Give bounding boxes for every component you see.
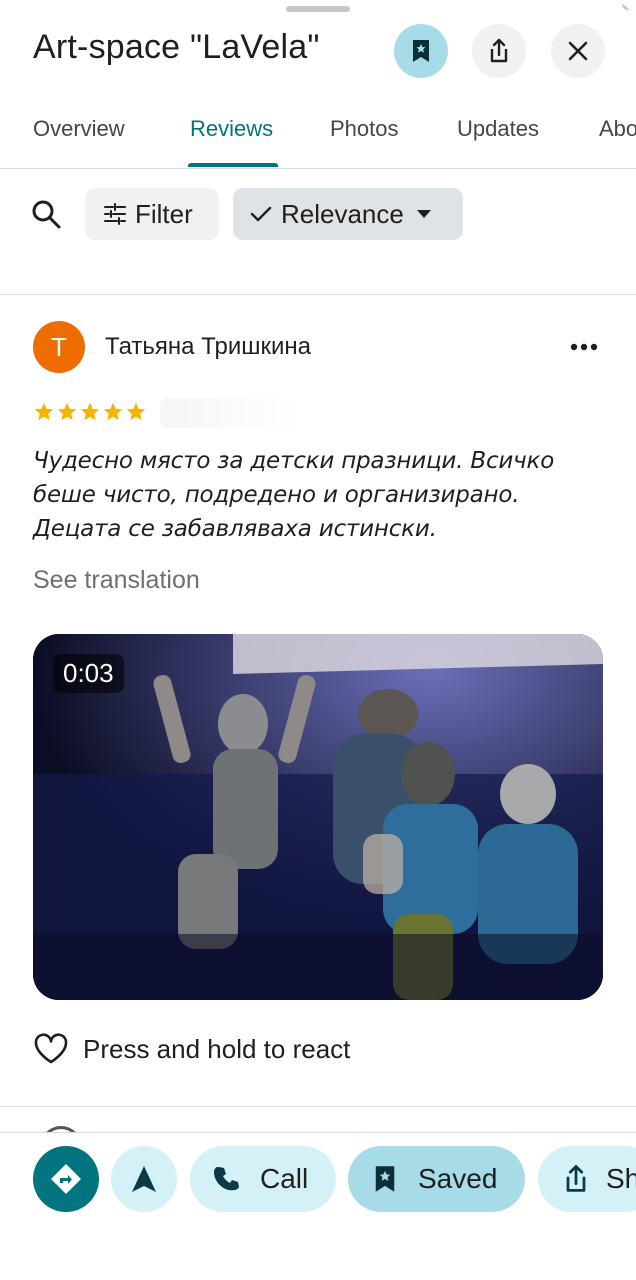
tab-reviews[interactable]: Reviews [190,116,273,142]
review-text: Чудесно място за детски празници. Всичко… [33,448,555,542]
filter-label: Filter [135,198,193,229]
reviewer-avatar[interactable]: T [33,321,85,373]
saved-label: Saved [418,1163,498,1194]
review-divider [0,1106,636,1107]
search-icon [32,200,61,229]
section-divider [0,294,636,295]
start-navigation-button[interactable] [111,1146,177,1212]
search-reviews-button[interactable] [30,198,62,230]
share-icon [490,38,508,63]
dropdown-arrow-icon [416,210,431,218]
star-icon [103,402,123,421]
call-button[interactable]: Call [190,1146,336,1212]
see-translation-link[interactable]: See translation [33,566,200,595]
heart-icon [34,1033,68,1064]
filter-chip[interactable]: Filter [85,188,219,240]
share-label: Sh [606,1163,636,1194]
more-options-icon [570,343,598,351]
react-label: Press and hold to react [83,1033,351,1064]
star-icon [34,402,54,421]
star-icon [126,402,146,421]
star-icon [57,402,77,421]
react-button[interactable]: Press and hold to react [33,1033,350,1065]
tab-updates[interactable]: Updates [457,116,539,142]
place-title: Art-space "LaVela" [33,28,320,66]
tab-overview[interactable]: Overview [33,116,125,142]
corner-indicator [622,0,636,10]
review-more-button[interactable] [566,332,602,362]
review-date-redacted [160,398,302,428]
active-tab-indicator [188,163,278,167]
place-sheet: Art-space "LaVela" Overview Reviews Phot… [0,0,636,1280]
phone-icon [214,1167,239,1191]
share-pill-button[interactable]: Sh [538,1146,636,1212]
call-label: Call [260,1163,309,1194]
bookmark-icon [413,40,429,62]
saved-button[interactable]: Saved [348,1146,525,1212]
save-button[interactable] [394,24,448,78]
directions-button[interactable] [33,1146,99,1212]
review-video[interactable]: 0:03 [33,634,603,1000]
navigation-arrow-icon [132,1166,156,1192]
drag-handle[interactable] [286,6,350,12]
check-icon [250,206,272,222]
video-duration: 0:03 [53,654,124,693]
star-rating [33,401,147,423]
close-icon [568,41,588,61]
bookmark-icon [375,1166,395,1192]
sort-chip[interactable]: Relevance [233,188,463,240]
share-icon [566,1165,586,1192]
close-button[interactable] [551,24,605,78]
tune-icon [104,203,126,225]
tab-bar: Overview Reviews Photos Updates Abo [0,100,636,169]
share-button[interactable] [472,24,526,78]
directions-icon [51,1164,81,1194]
reviewer-name[interactable]: Татьяна Тришкина [105,333,311,361]
star-icon [80,402,100,421]
tab-about[interactable]: Abo [599,116,636,142]
sort-label: Relevance [281,198,404,229]
tab-photos[interactable]: Photos [330,116,399,142]
